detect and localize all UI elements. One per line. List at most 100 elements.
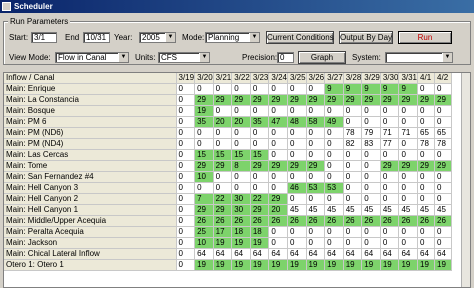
table-cell[interactable]: 0 [194, 83, 214, 95]
table-cell[interactable]: 0 [176, 138, 196, 150]
table-cell[interactable]: 9 [361, 83, 381, 95]
table-cell[interactable]: 0 [306, 237, 326, 249]
table-cell[interactable]: 17 [213, 226, 233, 238]
table-cell[interactable]: 0 [343, 160, 363, 172]
table-cell[interactable]: 64 [398, 248, 419, 260]
table-cell[interactable]: 19 [398, 259, 419, 271]
table-cell[interactable]: 53 [324, 182, 344, 194]
table-cell[interactable]: 0 [417, 237, 436, 249]
end-input[interactable]: 10/31 [83, 32, 110, 43]
table-cell[interactable]: 20 [268, 204, 288, 216]
table-cell[interactable]: 9 [380, 83, 400, 95]
table-row[interactable]: Main: PM (ND4) 0 0 0 0 0 0 0 0 0 82 83 77 0 78 78 [4, 138, 453, 150]
table-cell[interactable]: 0 [434, 83, 453, 95]
table-cell[interactable]: 0 [417, 116, 436, 128]
table-cell[interactable]: 0 [324, 105, 344, 117]
table-cell[interactable]: 0 [250, 138, 270, 150]
table-cell[interactable]: 0 [231, 105, 251, 117]
table-cell[interactable]: 0 [287, 149, 307, 161]
table-cell[interactable]: 29 [343, 94, 363, 106]
table-cell[interactable]: 29 [417, 160, 436, 172]
table-cell[interactable]: 0 [324, 171, 344, 183]
table-cell[interactable]: 0 [250, 171, 270, 183]
table-cell[interactable]: 0 [176, 149, 196, 161]
table-cell[interactable]: 0 [287, 237, 307, 249]
table-cell[interactable]: 29 [250, 160, 270, 172]
table-cell[interactable]: 0 [176, 204, 196, 216]
table-cell[interactable]: 29 [250, 204, 270, 216]
table-cell[interactable]: 0 [194, 138, 214, 150]
table-cell[interactable]: 0 [380, 237, 400, 249]
table-cell[interactable]: 64 [324, 248, 344, 260]
table-cell[interactable]: 64 [434, 248, 453, 260]
table-cell[interactable]: 0 [398, 105, 419, 117]
table-cell[interactable]: 53 [306, 182, 326, 194]
dropdown-arrow-icon[interactable]: ▼ [199, 53, 209, 62]
table-cell[interactable]: 45 [398, 204, 419, 216]
table-row[interactable]: Main: Chical Lateral Inflow 0 64 64 64 64 64 64… [4, 248, 453, 260]
table-cell[interactable]: 0 [380, 149, 400, 161]
table-cell[interactable]: 0 [361, 193, 381, 205]
table-cell[interactable]: 0 [287, 138, 307, 150]
table-cell[interactable]: 64 [213, 248, 233, 260]
table-row[interactable]: Main: Hell Canyon 2 0 7 22 30 22 29 0 0 0 0 0 0 0 0 0 [4, 193, 453, 205]
table-row[interactable]: Main: Peralta Acequia 0 25 17 18 18 0 0 0 0 0 0 0 0 0 0 [4, 226, 453, 238]
table-cell[interactable]: 26 [287, 215, 307, 227]
table-cell[interactable]: 19 [361, 259, 381, 271]
table-row[interactable]: Main: Hell Canyon 1 0 29 29 30 29 20 45 45 45 45 45… [4, 204, 453, 216]
table-cell[interactable]: 29 [231, 94, 251, 106]
table-cell[interactable]: 0 [434, 171, 453, 183]
table-cell[interactable]: 0 [306, 105, 326, 117]
table-cell[interactable]: 26 [231, 215, 251, 227]
table-cell[interactable]: 29 [398, 160, 419, 172]
table-cell[interactable]: 19 [250, 237, 270, 249]
table-cell[interactable]: 0 [343, 116, 363, 128]
table-cell[interactable]: 29 [306, 94, 326, 106]
units-select[interactable]: CFS ▼ [158, 52, 210, 63]
table-cell[interactable]: 45 [417, 204, 436, 216]
table-cell[interactable]: 29 [324, 94, 344, 106]
table-cell[interactable]: 0 [306, 83, 326, 95]
table-cell[interactable]: 19 [287, 259, 307, 271]
table-cell[interactable]: 15 [250, 149, 270, 161]
table-cell[interactable]: 0 [213, 105, 233, 117]
table-cell[interactable]: 0 [287, 127, 307, 139]
table-cell[interactable]: 45 [287, 204, 307, 216]
table-cell[interactable]: 0 [194, 127, 214, 139]
table-cell[interactable]: 0 [380, 116, 400, 128]
table-cell[interactable]: 15 [213, 149, 233, 161]
table-cell[interactable]: 0 [398, 149, 419, 161]
table-cell[interactable]: 0 [287, 83, 307, 95]
vertical-scrollbar[interactable] [461, 73, 470, 287]
table-cell[interactable]: 0 [213, 83, 233, 95]
table-cell[interactable]: 79 [361, 127, 381, 139]
table-cell[interactable]: 9 [398, 83, 419, 95]
table-cell[interactable]: 0 [324, 138, 344, 150]
table-cell[interactable]: 0 [268, 182, 288, 194]
table-cell[interactable]: 0 [287, 105, 307, 117]
start-input[interactable]: 3/1 [31, 32, 57, 43]
table-cell[interactable]: 64 [268, 248, 288, 260]
table-cell[interactable]: 48 [287, 116, 307, 128]
table-cell[interactable]: 22 [250, 193, 270, 205]
table-cell[interactable]: 64 [250, 248, 270, 260]
table-cell[interactable]: 19 [213, 259, 233, 271]
table-cell[interactable]: 0 [434, 237, 453, 249]
output-by-day-button[interactable]: Output By Day [339, 31, 393, 44]
table-cell[interactable]: 64 [417, 248, 436, 260]
table-cell[interactable]: 0 [434, 105, 453, 117]
table-cell[interactable]: 64 [380, 248, 400, 260]
table-cell[interactable]: 0 [380, 182, 400, 194]
table-cell[interactable]: 29 [213, 160, 233, 172]
table-cell[interactable]: 64 [194, 248, 214, 260]
table-cell[interactable]: 0 [361, 237, 381, 249]
table-row[interactable]: Main: Jackson 0 10 19 19 19 0 0 0 0 0 0 0 0 0 0 [4, 237, 453, 249]
table-cell[interactable]: 19 [194, 259, 214, 271]
table-cell[interactable]: 0 [380, 226, 400, 238]
table-cell[interactable]: 0 [250, 182, 270, 194]
table-cell[interactable]: 29 [417, 94, 436, 106]
table-cell[interactable]: 0 [176, 83, 196, 95]
table-cell[interactable]: 26 [417, 215, 436, 227]
table-cell[interactable]: 20 [213, 116, 233, 128]
table-cell[interactable]: 64 [306, 248, 326, 260]
